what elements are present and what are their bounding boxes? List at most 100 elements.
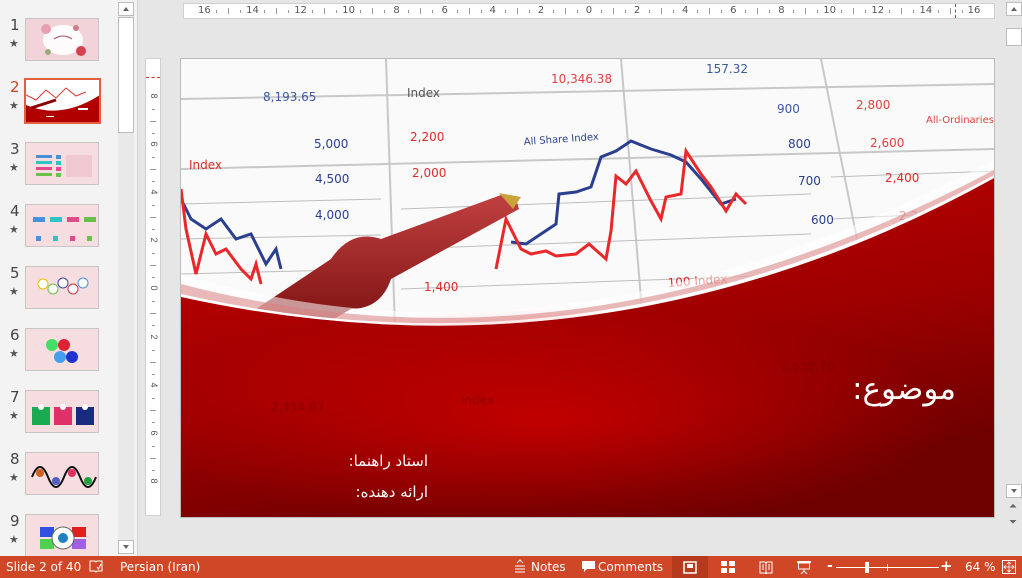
ruler-tick [660, 8, 662, 14]
editor-scrollbar[interactable]: ⏶ ⏷ [1006, 0, 1022, 556]
thumbnail-image[interactable] [25, 390, 99, 433]
ruler-tick [528, 10, 530, 13]
slide-counter[interactable]: Slide 2 of 40 [6, 560, 81, 574]
thumbnail-scrollbar[interactable] [118, 2, 134, 554]
thumbnail-image[interactable] [25, 328, 99, 371]
ruler-tick [468, 8, 470, 14]
vertical-ruler[interactable]: 8 6 4 2 0 2 4 6 8 [145, 58, 161, 516]
thumbnail-slide-8[interactable]: 8 ★ [0, 450, 118, 514]
scroll-up-button[interactable] [1006, 2, 1022, 16]
ruler-tick [152, 397, 155, 399]
ruler-tick [150, 361, 156, 363]
spell-check-icon[interactable] [89, 559, 103, 576]
slide-canvas[interactable]: 8,193.65 Index 10,346.38 157.32 5,000 4,… [180, 58, 995, 518]
ruler-tick [937, 10, 939, 13]
ruler-tick [150, 409, 156, 411]
thumbnail-image[interactable] [24, 78, 101, 124]
ruler-tick [384, 10, 386, 13]
ruler-label: 14 [919, 5, 933, 16]
horizontal-ruler[interactable]: 16 14 12 10 8 6 4 2 0 2 4 6 8 10 12 14 16 [183, 3, 995, 19]
bg-label: 600 [811, 213, 834, 227]
animation-star-icon: ★ [9, 472, 19, 484]
animation-star-icon: ★ [9, 38, 19, 50]
bg-label: 8,193.65 [263, 90, 316, 104]
thumbnail-image[interactable] [25, 514, 99, 556]
ruler-tick [901, 8, 903, 14]
slideshow-button[interactable] [786, 556, 822, 578]
ruler-tick [240, 10, 242, 13]
thumbnail-image[interactable] [25, 18, 99, 61]
ruler-tick [504, 10, 506, 13]
slide-title-placeholder[interactable]: موضوع: [852, 371, 956, 407]
ruler-tick [456, 10, 458, 13]
thumbnail-slide-4[interactable]: 4 ★ [0, 202, 118, 266]
thumbnail-slide-2[interactable]: 2 ★ [0, 78, 118, 142]
thumbnail-slide-3[interactable]: 3 ★ [0, 140, 118, 204]
comments-icon [582, 561, 595, 576]
ruler-label: 12 [294, 5, 307, 16]
svg-text:2,414.87: 2,414.87 [271, 400, 324, 414]
bg-label: 157.32 [706, 62, 748, 76]
zoom-in-button[interactable]: + [940, 557, 953, 575]
thumbnail-image[interactable] [25, 452, 99, 495]
bg-label: 5,000 [314, 137, 348, 151]
zoom-level[interactable]: 64 % [965, 560, 996, 574]
slide-sorter-button[interactable] [710, 556, 746, 578]
notes-button[interactable]: Notes [531, 560, 566, 574]
thumbnail-number: 1 [10, 16, 20, 34]
ruler-label: 8 [393, 5, 400, 16]
thumbnail-image[interactable] [25, 204, 99, 247]
ruler-tick [480, 10, 482, 13]
scroll-up-button[interactable] [118, 2, 134, 16]
ruler-label: 8 [149, 478, 159, 484]
zoom-slider[interactable] [836, 564, 939, 571]
ruler-tick [709, 8, 711, 14]
ruler-label: 6 [441, 5, 448, 16]
scrollbar-thumb[interactable] [118, 17, 134, 133]
ruler-label: 4 [149, 382, 159, 388]
ruler-label: 0 [585, 5, 593, 16]
thumbnail-slide-6[interactable]: 6 ★ [0, 326, 118, 390]
comments-button[interactable]: Comments [598, 560, 663, 574]
ruler-label: 10 [342, 5, 356, 16]
ruler-tick [324, 8, 326, 14]
bg-label: Index [189, 158, 222, 172]
fit-to-window-icon [1002, 560, 1016, 574]
previous-slide-icon[interactable]: ⏶ [1009, 502, 1017, 512]
slide-background-image: 8,193.65 Index 10,346.38 157.32 5,000 4,… [181, 59, 994, 517]
thumbnail-image[interactable] [25, 266, 99, 309]
zoom-slider-handle[interactable] [864, 562, 869, 573]
thumbnail-slide-1[interactable]: 1 ★ [0, 16, 118, 80]
thumbnail-slide-5[interactable]: 5 ★ [0, 264, 118, 328]
ruler-tick [913, 10, 915, 13]
thumbnail-number: 2 [10, 78, 20, 96]
zoom-out-button[interactable]: - [827, 558, 833, 574]
next-slide-icon[interactable]: ⏷ [1009, 518, 1017, 528]
ruler-label: 16 [198, 5, 211, 16]
ruler-tick [152, 301, 155, 303]
ruler-tick [432, 10, 434, 13]
scroll-down-button[interactable] [1006, 484, 1022, 498]
reading-view-button[interactable] [748, 556, 784, 578]
ruler-tick [216, 10, 218, 13]
ruler-tick [150, 121, 156, 123]
scrollbar-thumb[interactable] [1006, 28, 1022, 46]
bg-label: Index [407, 86, 440, 100]
animation-star-icon: ★ [9, 100, 19, 112]
bg-label: 4,500 [315, 172, 349, 186]
supervisor-label[interactable]: استاد راهنما: [349, 452, 428, 470]
slide-editor: 16 14 12 10 8 6 4 2 0 2 4 6 8 10 12 14 16 8 6 4 2 0 2 4 6 8 [139, 0, 1006, 556]
ruler-tick [697, 10, 699, 13]
thumbnail-image[interactable] [25, 142, 99, 185]
scroll-down-button[interactable] [118, 540, 134, 554]
normal-view-button[interactable] [672, 556, 708, 578]
ruler-tick [420, 8, 422, 14]
thumbnail-slide-7[interactable]: 7 ★ [0, 388, 118, 452]
thumbnail-slide-9[interactable]: 9 ★ [0, 512, 118, 556]
ruler-tick [150, 457, 156, 459]
fit-to-window-button[interactable] [1002, 560, 1016, 577]
language-indicator[interactable]: Persian (Iran) [120, 560, 200, 574]
ruler-tick [769, 10, 771, 13]
presenter-label[interactable]: ارائه دهنده: [356, 483, 428, 501]
ruler-tick [672, 10, 674, 13]
